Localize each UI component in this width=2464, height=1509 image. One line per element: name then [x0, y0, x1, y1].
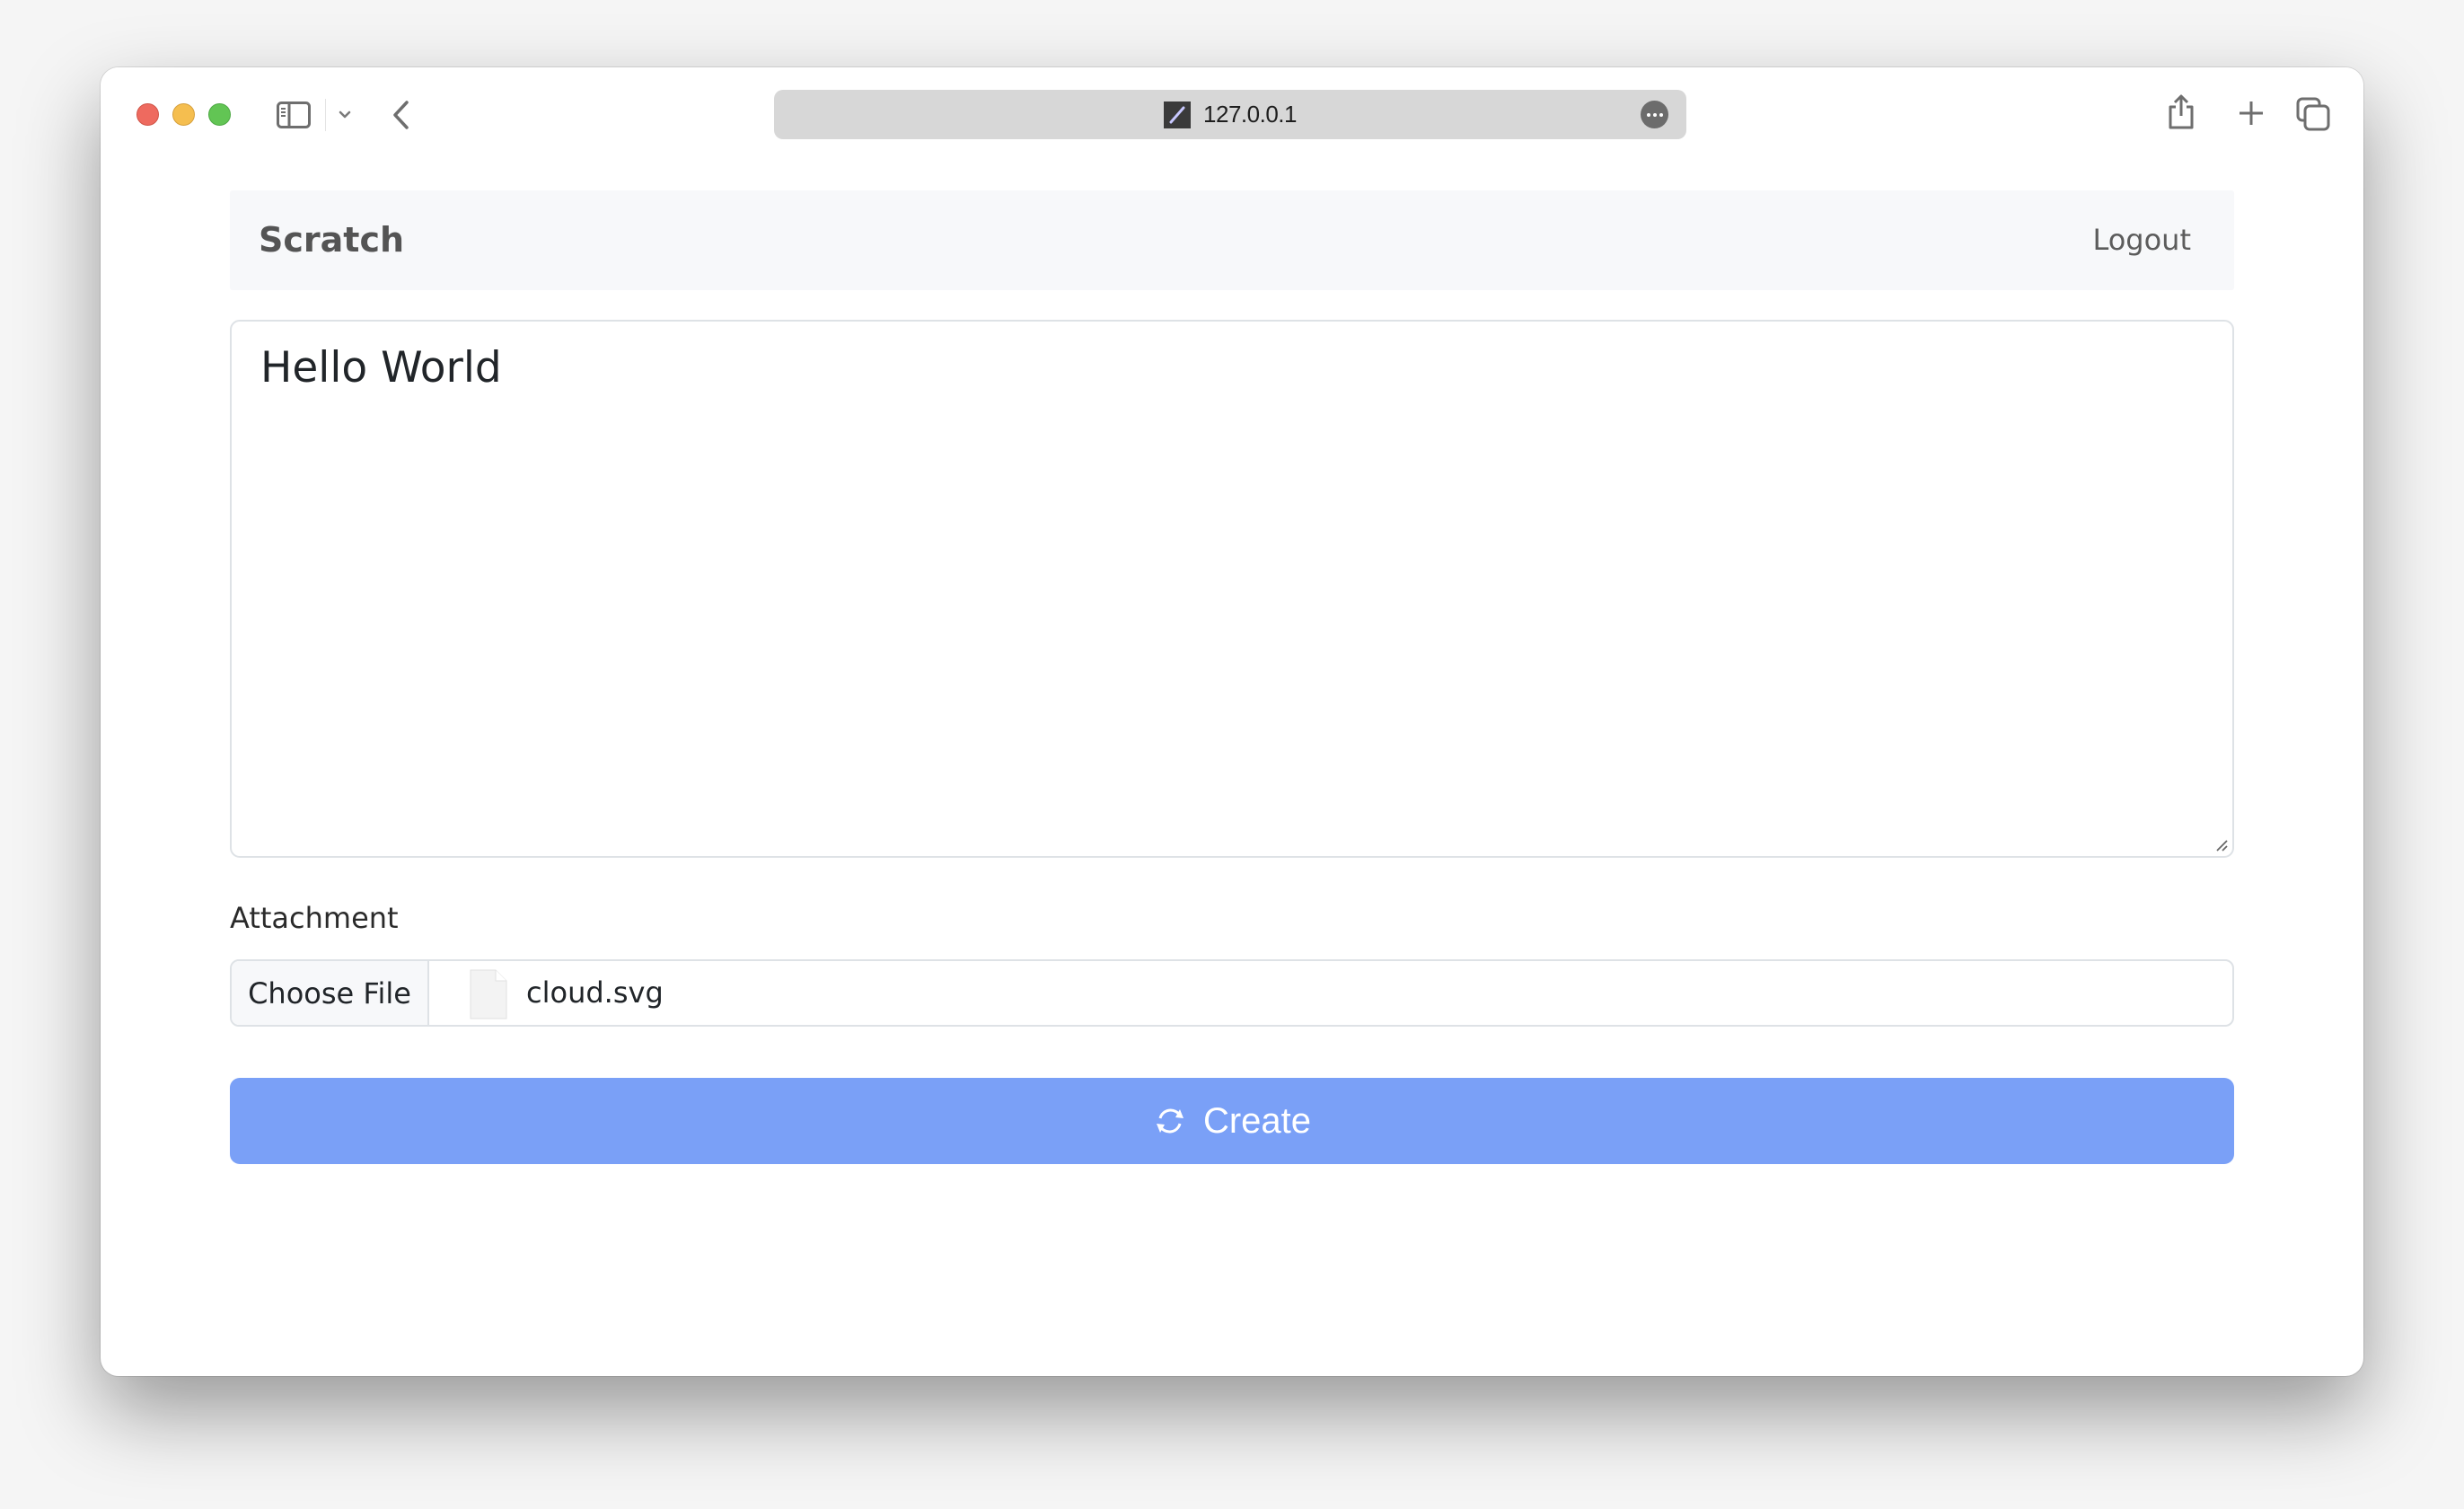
- create-button[interactable]: Create: [230, 1078, 2234, 1164]
- sidebar-icon[interactable]: [277, 101, 311, 128]
- ellipsis-icon[interactable]: [1641, 101, 1668, 128]
- selected-file-name: cloud.svg: [526, 975, 664, 1010]
- chevron-left-icon[interactable]: [390, 100, 413, 130]
- pencil-icon: [1164, 101, 1192, 128]
- browser-toolbar: 127.0.0.1: [101, 67, 2363, 162]
- note-content: Hello World: [260, 343, 502, 393]
- create-button-label: Create: [1202, 1100, 1312, 1141]
- minimize-window-button[interactable]: [172, 103, 195, 126]
- share-icon[interactable]: [2166, 94, 2196, 130]
- zoom-window-button[interactable]: [208, 103, 231, 126]
- brand-logo[interactable]: Scratch: [259, 190, 404, 290]
- attachment-label: Attachment: [230, 901, 399, 935]
- attachment-file-input[interactable]: Choose File cloud.svg: [230, 959, 2234, 1027]
- choose-file-button[interactable]: Choose File: [232, 961, 429, 1025]
- browser-window: 127.0.0.1 Scratch Logout Hello World Att…: [101, 67, 2363, 1376]
- tabs-icon[interactable]: [2296, 97, 2330, 131]
- close-window-button[interactable]: [136, 103, 159, 126]
- note-textarea[interactable]: Hello World: [230, 320, 2234, 858]
- resize-handle-icon[interactable]: [2214, 838, 2229, 852]
- logout-link[interactable]: Logout: [2092, 190, 2191, 290]
- toolbar-divider: [325, 99, 326, 131]
- navbar: Scratch Logout: [230, 190, 2234, 290]
- file-icon: [467, 968, 510, 1022]
- address-bar[interactable]: 127.0.0.1: [774, 90, 1686, 139]
- sync-icon: [1153, 1104, 1187, 1138]
- chevron-down-icon[interactable]: [336, 108, 354, 122]
- plus-icon[interactable]: [2238, 100, 2265, 127]
- url-text: 127.0.0.1: [1203, 101, 1297, 128]
